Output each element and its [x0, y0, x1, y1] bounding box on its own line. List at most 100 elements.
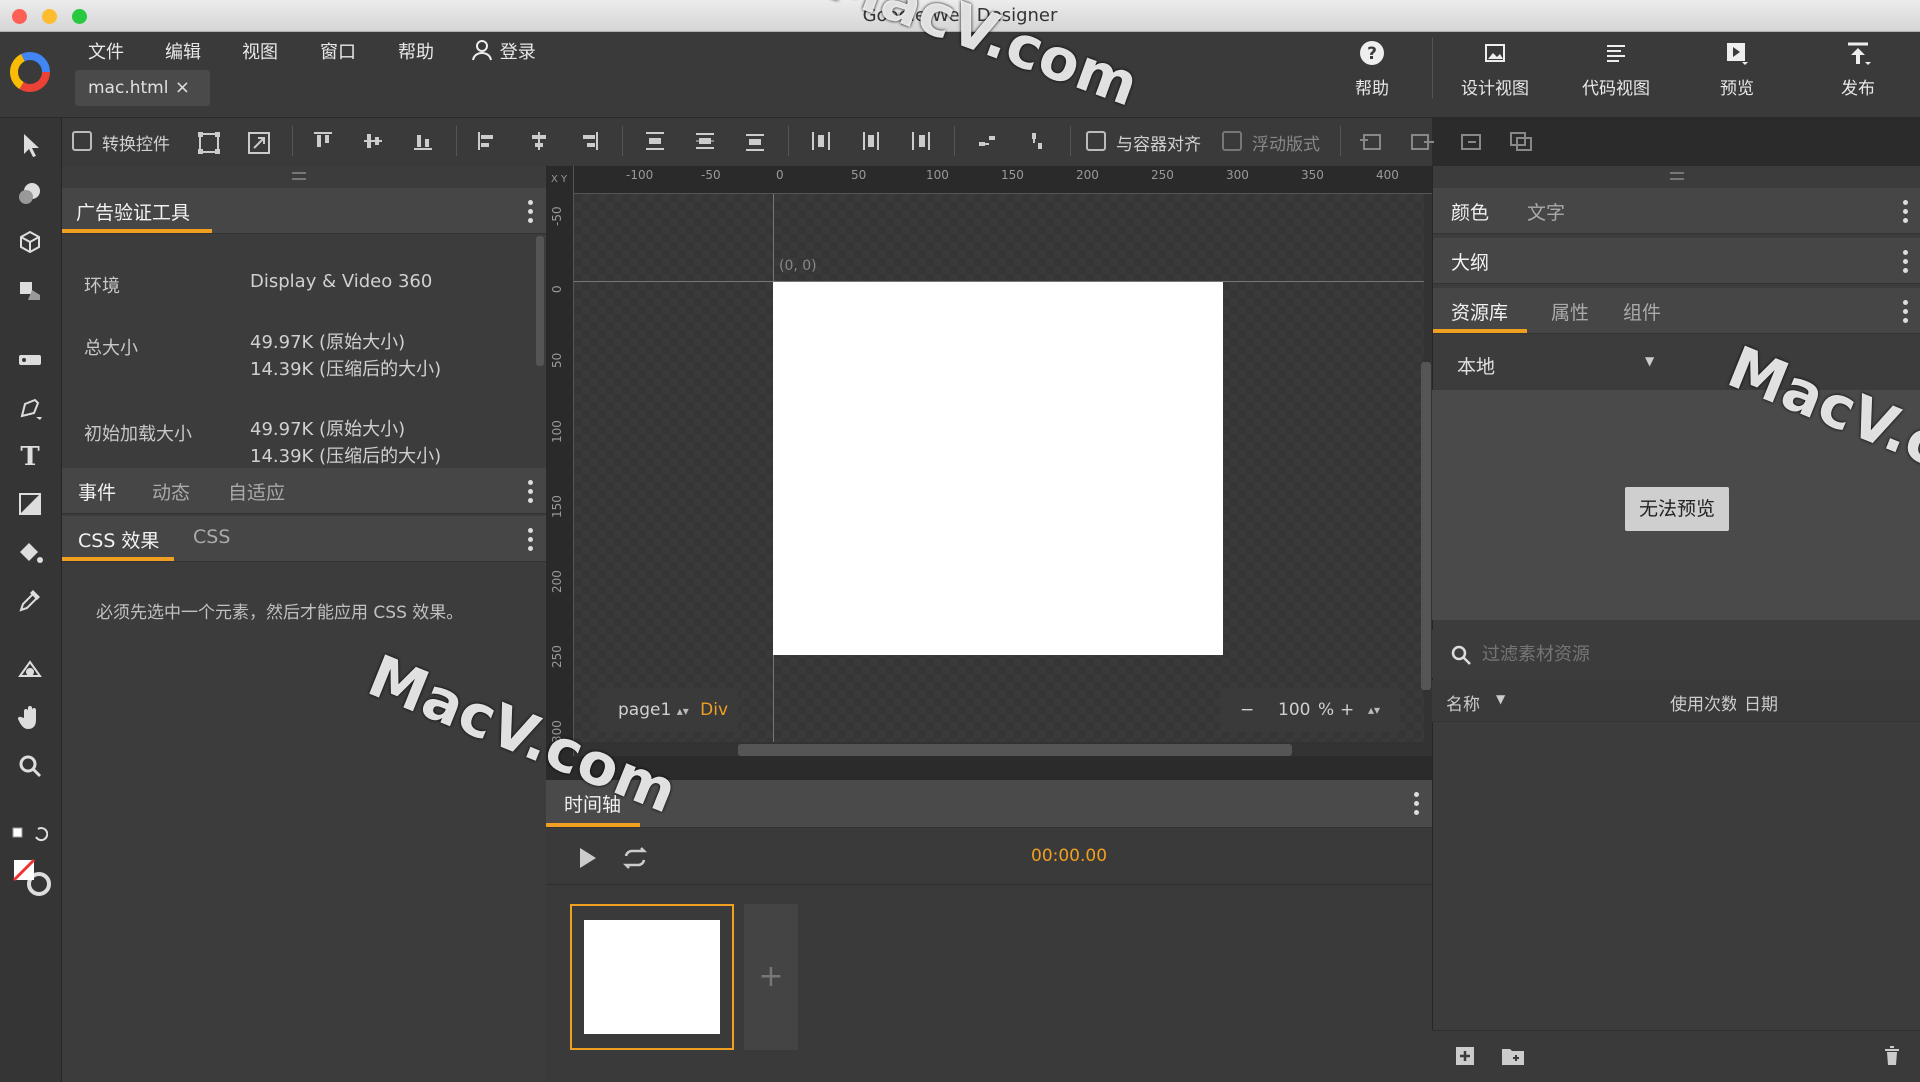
tab-library[interactable]: 资源库 [1451, 298, 1508, 325]
close-tab-icon[interactable]: × [175, 70, 190, 106]
align-horizontal-center-icon[interactable] [528, 130, 550, 152]
align-vertical-center-icon[interactable] [362, 130, 384, 152]
swap-colors-icon[interactable] [12, 824, 48, 844]
distribute-top-icon[interactable] [644, 130, 666, 152]
more-options-icon[interactable] [528, 528, 534, 552]
tab-css-effects[interactable]: CSS 效果 [78, 526, 159, 553]
3d-object-rotation-icon[interactable] [16, 228, 44, 256]
tab-css[interactable]: CSS [193, 526, 230, 548]
zoom-tool-icon[interactable] [16, 752, 44, 780]
ruler-vertical[interactable]: X Y -50 0 50 100 150 200 250 300 [546, 166, 574, 756]
zoom-value[interactable]: 100 [1278, 688, 1310, 732]
transform-controls-checkbox[interactable] [72, 131, 92, 151]
design-view-button[interactable]: 设计视图 [1440, 40, 1550, 99]
align-left-icon[interactable] [476, 130, 498, 152]
more-options-icon[interactable] [1903, 200, 1909, 224]
help-button-label: 帮助 [1355, 79, 1389, 99]
distribute-horizontal-center-icon[interactable] [860, 130, 882, 152]
space-vertical-icon[interactable] [1026, 130, 1048, 152]
group-wrap-icon[interactable] [1358, 130, 1386, 152]
tab-color[interactable]: 颜色 [1451, 198, 1489, 225]
add-page-button[interactable]: + [744, 904, 798, 1050]
distribute-right-icon[interactable] [910, 130, 932, 152]
3d-translation-icon[interactable] [16, 276, 44, 304]
convert-icon[interactable] [1458, 130, 1486, 152]
page-thumbnail[interactable] [570, 904, 734, 1050]
floating-layout-checkbox[interactable] [1222, 131, 1242, 151]
login-button[interactable]: 登录 [470, 38, 536, 64]
eyedropper-icon[interactable] [16, 586, 44, 614]
loop-icon[interactable] [620, 846, 650, 870]
tab-properties[interactable]: 属性 [1551, 298, 1589, 325]
tab-text[interactable]: 文字 [1527, 198, 1565, 225]
code-view-button[interactable]: 代码视图 [1561, 40, 1671, 99]
shape-tool-icon[interactable] [16, 490, 44, 518]
more-options-icon[interactable] [528, 200, 534, 224]
menu-file[interactable]: 文件 [88, 38, 124, 64]
artboard[interactable] [773, 282, 1223, 655]
delete-icon[interactable] [1882, 1045, 1902, 1067]
column-name[interactable]: 名称 [1446, 690, 1480, 715]
divider [1070, 126, 1071, 156]
more-options-icon[interactable] [1414, 792, 1420, 816]
library-header: 资源库 属性 组件 [1433, 288, 1920, 334]
sort-down-icon[interactable]: ▼ [1496, 692, 1505, 706]
selection-tool-icon[interactable] [16, 131, 44, 159]
fill-stroke-color-icon[interactable] [10, 856, 54, 900]
3d-rotate-icon[interactable] [16, 656, 44, 684]
distribute-vertical-center-icon[interactable] [694, 130, 716, 152]
more-options-icon[interactable] [1903, 250, 1909, 274]
zoom-out-button[interactable]: − [1240, 688, 1254, 732]
add-asset-icon[interactable] [1454, 1045, 1476, 1067]
ruler-horizontal[interactable]: -100 -50 0 50 100 150 200 250 300 350 40… [554, 166, 1432, 194]
more-options-icon[interactable] [528, 480, 534, 504]
more-options-icon[interactable] [1903, 300, 1909, 324]
menu-help[interactable]: 帮助 [398, 38, 434, 64]
panel-grip[interactable] [292, 172, 306, 180]
tab-responsive[interactable]: 自适应 [228, 478, 285, 505]
help-button[interactable]: ? 帮助 [1317, 40, 1427, 99]
tab-dynamic[interactable]: 动态 [152, 478, 190, 505]
hand-tool-icon[interactable] [16, 704, 44, 732]
play-icon[interactable] [578, 846, 598, 870]
align-right-icon[interactable] [578, 130, 600, 152]
menu-view[interactable]: 视图 [242, 38, 278, 64]
horizontal-scrollbar[interactable] [738, 744, 1292, 756]
document-tab[interactable]: mac.html × [75, 70, 210, 106]
tab-outline[interactable]: 大纲 [1451, 248, 1489, 275]
free-transform-icon[interactable] [196, 130, 222, 156]
tab-events[interactable]: 事件 [78, 478, 116, 505]
filter-assets-input[interactable] [1482, 638, 1902, 670]
new-folder-icon[interactable] [1500, 1045, 1526, 1067]
scrollbar[interactable] [536, 236, 544, 366]
align-top-icon[interactable] [312, 130, 334, 152]
copy-component-icon[interactable] [1508, 130, 1536, 152]
vertical-scrollbar[interactable] [1421, 362, 1431, 690]
menu-edit[interactable]: 编辑 [165, 38, 201, 64]
move-out-icon[interactable] [1408, 130, 1436, 152]
fill-bucket-icon[interactable] [16, 538, 44, 566]
align-bottom-icon[interactable] [412, 130, 434, 152]
panel-grip[interactable] [1670, 172, 1684, 180]
tag-tool-icon[interactable] [16, 180, 44, 208]
zoom-in-button[interactable]: + [1340, 688, 1354, 732]
preview-button[interactable]: 预览 [1682, 40, 1792, 99]
selected-element-label[interactable]: Div [700, 700, 728, 720]
column-date[interactable]: 日期 [1744, 690, 1778, 715]
publish-button[interactable]: 发布 [1803, 40, 1913, 99]
pen-tool-icon[interactable] [16, 394, 44, 422]
ruler-tick-label: 100 [926, 168, 949, 182]
distribute-bottom-icon[interactable] [744, 130, 766, 152]
text-tool-icon[interactable]: T [16, 442, 44, 470]
menu-window[interactable]: 窗口 [320, 38, 356, 64]
tab-components[interactable]: 组件 [1623, 298, 1661, 325]
column-usage-count[interactable]: 使用次数 [1670, 690, 1736, 715]
tag-element-icon[interactable] [16, 346, 44, 374]
distribute-left-icon[interactable] [810, 130, 832, 152]
align-to-container-checkbox[interactable] [1086, 131, 1106, 151]
page-selector[interactable]: page1 ▴▾ Div [598, 688, 738, 732]
space-horizontal-icon[interactable] [976, 130, 998, 152]
zoom-stepper-icon[interactable]: ▴▾ [1368, 688, 1380, 732]
scale-icon[interactable] [246, 130, 272, 156]
tab-ad-validation[interactable]: 广告验证工具 [76, 198, 190, 225]
